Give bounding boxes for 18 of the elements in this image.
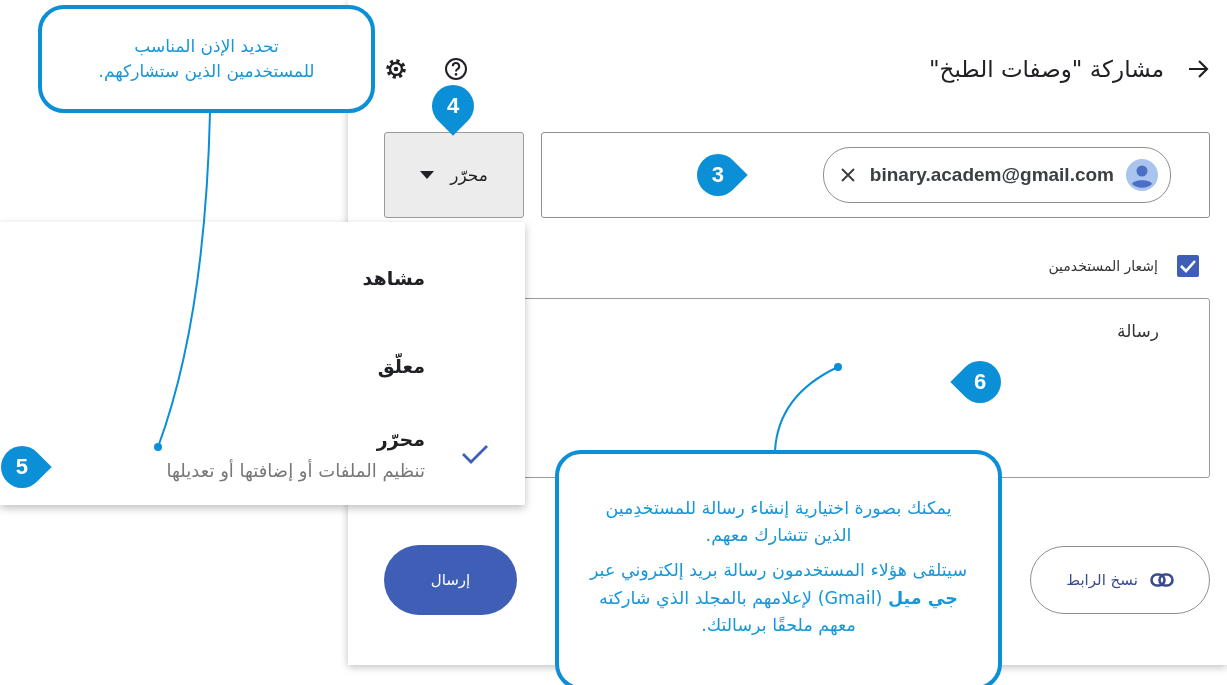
recipient-email: binary.academ@gmail.com xyxy=(869,164,1114,186)
send-button[interactable]: إرسال xyxy=(384,545,517,615)
help-icon[interactable] xyxy=(444,57,468,81)
checkmark-icon xyxy=(461,444,489,464)
checkbox-label: إشعار المستخدمين xyxy=(1048,258,1158,274)
settings-icon[interactable] xyxy=(384,57,408,81)
recipient-chip[interactable]: binary.academ@gmail.com xyxy=(822,147,1171,203)
link-icon xyxy=(1149,573,1174,587)
copy-link-button[interactable]: نسخ الرابط xyxy=(1030,546,1210,614)
checkbox[interactable] xyxy=(1176,254,1200,278)
role-dropdown[interactable]: محرّر xyxy=(384,132,524,218)
role-name: مشاهد xyxy=(362,267,425,289)
callout-text: سيتلقى هؤلاء المستخدمون رسالة بريد إلكتروني عبر جي ميل (Gmail) لإعلامهم بالمجلد الذي شاركته معهم ملحقًا برسالتك. xyxy=(589,559,968,638)
callout-text: تحديد الإذن المناسب للمستخدمين الذين ستشاركهم. xyxy=(97,35,316,84)
callout-text: يمكنك بصورة اختيارية إنشاء رسالة للمستخدِمين الذين تتشارك معهم. xyxy=(604,497,953,548)
avatar-icon xyxy=(1126,159,1158,191)
caret-icon xyxy=(420,171,435,179)
dialog-title: مشاركة "وصفات الطبخ" xyxy=(929,56,1164,82)
